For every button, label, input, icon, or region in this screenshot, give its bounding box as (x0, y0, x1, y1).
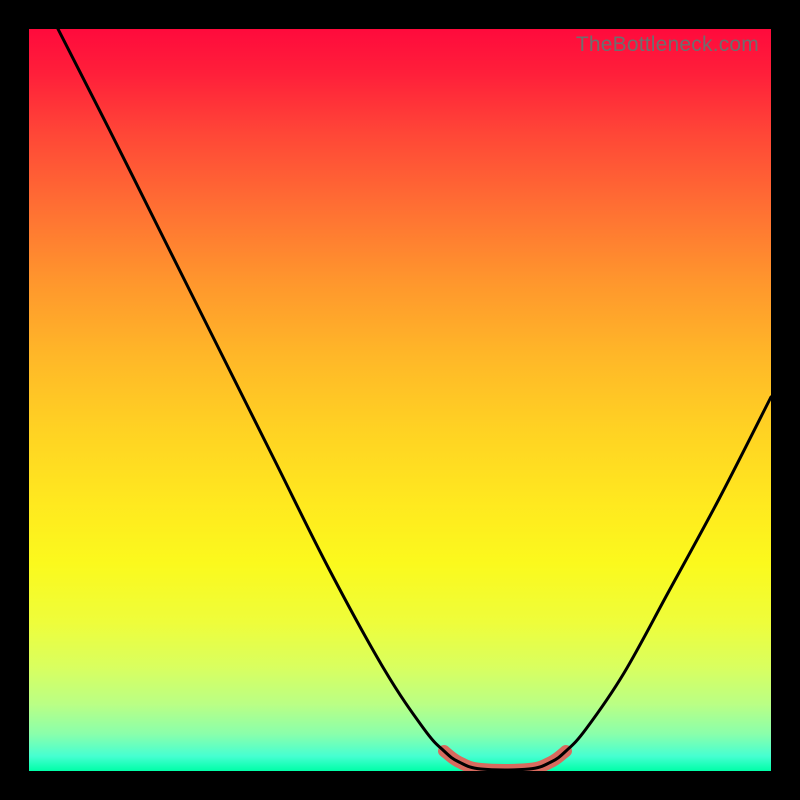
plot-area: TheBottleneck.com (29, 29, 771, 771)
watermark-text: TheBottleneck.com (576, 33, 759, 57)
gradient-background (29, 29, 771, 771)
chart-frame: TheBottleneck.com (0, 0, 800, 800)
